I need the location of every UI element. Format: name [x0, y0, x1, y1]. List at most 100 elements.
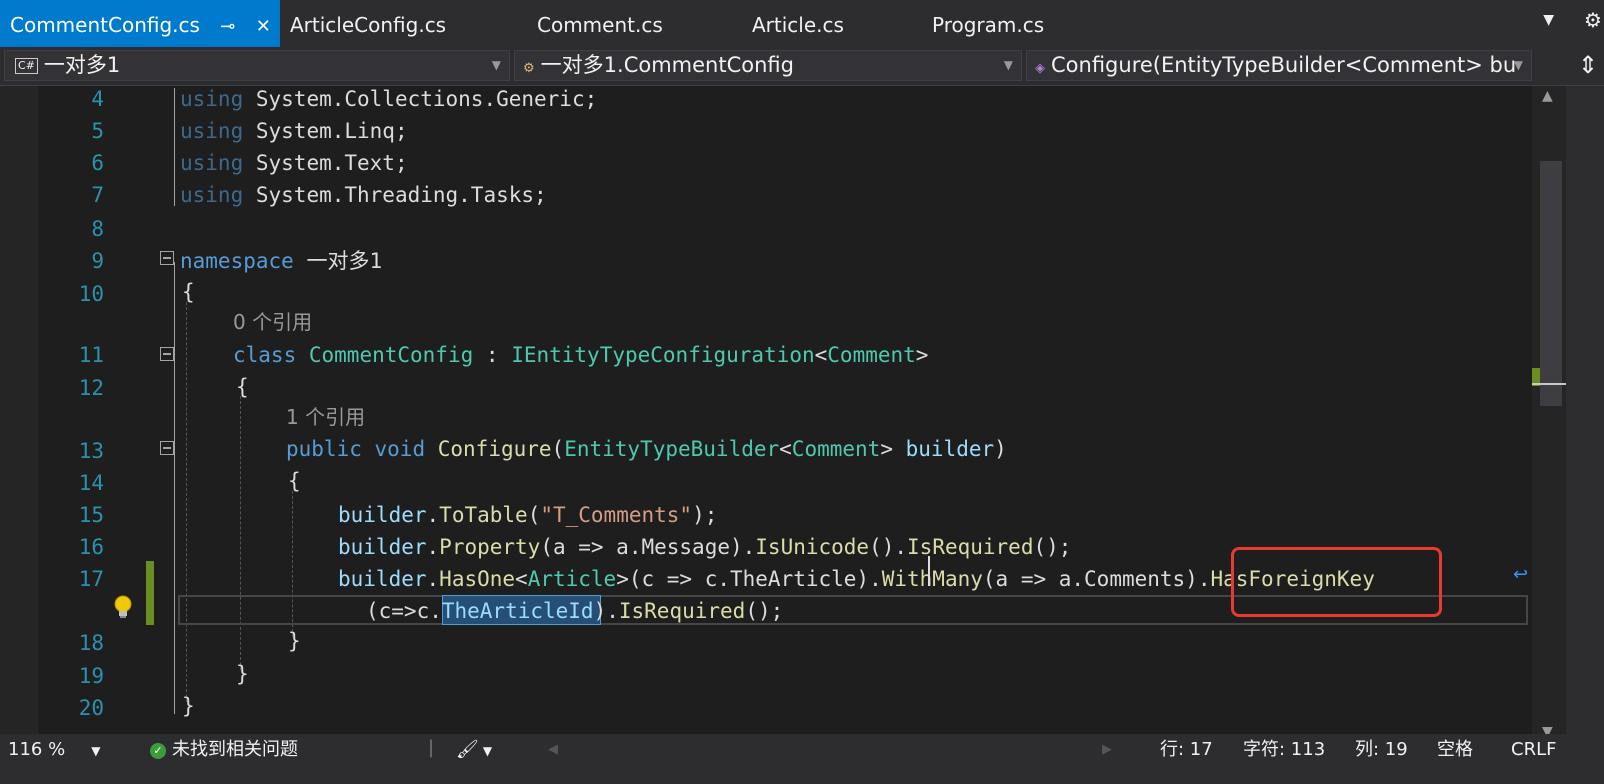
project-dropdown[interactable]: C# 一对多1 ▼ [4, 50, 510, 81]
class-keyword: class [233, 343, 297, 367]
tab-program[interactable]: Program.cs [932, 0, 1044, 47]
collapse-toggle-icon[interactable] [160, 347, 174, 361]
col-indicator: 列: 19 [1355, 739, 1408, 760]
mouse-ibeam-cursor [928, 556, 930, 586]
char-indicator: 字符: 113 [1243, 739, 1326, 760]
isunicode-call: IsUnicode [755, 535, 870, 559]
using-keyword: using [180, 87, 244, 111]
codelens-references[interactable]: 0 个引用 [233, 310, 312, 334]
code-line: builder.Property(a => a.Message).IsUnico… [338, 535, 1072, 559]
lightbulb-icon[interactable] [112, 594, 134, 620]
collapse-toggle-icon[interactable] [160, 441, 174, 455]
code-line: using System.Text; [180, 151, 408, 175]
scrollbar-thumb[interactable] [1540, 161, 1562, 406]
chevron-down-icon: ▼ [491, 58, 501, 72]
using-namespace: System.Text; [255, 151, 408, 175]
tab-label: CommentConfig.cs [10, 13, 200, 37]
split-window-icon[interactable]: ⇕ [1578, 51, 1598, 79]
type-dropdown[interactable]: ⚙ 一对多1.CommentConfig ▼ [514, 50, 1022, 81]
csharp-project-icon: C# [15, 58, 38, 74]
property-call: Property [439, 535, 541, 559]
tab-overflow-icon[interactable]: ▼ [1543, 12, 1554, 28]
generic-arg: Comment [827, 343, 916, 367]
tab-comment[interactable]: Comment.cs [537, 0, 663, 47]
code-line: using System.Collections.Generic; [180, 87, 597, 111]
close-brace: } [182, 694, 195, 718]
scroll-left-icon[interactable]: ◀ [548, 736, 558, 764]
param-type: EntityTypeBuilder [564, 437, 780, 461]
project-dropdown-label: 一对多1 [43, 53, 121, 77]
code-cleanup-button[interactable]: 🖌 ▼ [456, 736, 492, 765]
tab-label: Article.cs [752, 13, 844, 37]
code-line: using System.Threading.Tasks; [180, 183, 547, 207]
namespace-name: 一对多1 [306, 249, 383, 273]
check-circle-icon: ✓ [150, 743, 166, 759]
code-line: builder.HasOne<Article>(c => c.TheArticl… [338, 567, 1375, 591]
table-name-string: "T_Comments" [540, 503, 693, 527]
line-number: 9 [91, 249, 104, 273]
line-number: 16 [78, 535, 104, 559]
code-line: } [236, 662, 249, 686]
using-keyword: using [180, 183, 244, 207]
builder-ref: builder [338, 503, 427, 527]
tab-article[interactable]: Article.cs [752, 0, 844, 47]
code-line: { [182, 280, 195, 304]
line-number: 12 [78, 376, 104, 400]
line-number: 5 [91, 119, 104, 143]
void-keyword: void [374, 437, 426, 461]
public-keyword: public [286, 437, 362, 461]
pin-icon[interactable]: ⊸ [220, 16, 235, 37]
scroll-right-icon[interactable]: ▶ [1102, 736, 1112, 764]
line-number: 17 [78, 567, 104, 591]
code-line: builder.ToTable("T_Comments"); [338, 503, 718, 527]
line-number: 8 [91, 217, 104, 241]
tab-articleconfig[interactable]: ArticleConfig.cs [290, 0, 446, 47]
issues-text: 未找到相关问题 [172, 739, 298, 760]
member-dropdown[interactable]: ◈ Configure(EntityTypeBuilder<Comment> bu… [1026, 50, 1532, 81]
line-indicator: 行: 17 [1160, 739, 1213, 760]
scroll-up-icon[interactable]: ▲ [1542, 88, 1553, 104]
interface-name: IEntityTypeConfiguration [511, 343, 815, 367]
line-number: 15 [78, 503, 104, 527]
tab-label: Program.cs [932, 13, 1045, 37]
close-icon[interactable]: ✕ [256, 16, 271, 37]
using-namespace: System.Threading.Tasks; [255, 183, 547, 207]
code-editor[interactable]: 4 5 6 7 8 9 10 11 12 13 14 15 16 17 18 1… [0, 86, 1566, 748]
line-number: 13 [78, 439, 104, 463]
totable-call: ToTable [439, 503, 528, 527]
vertical-scrollbar[interactable]: ▲ ▼ [1532, 86, 1566, 748]
hasone-call: HasOne [439, 567, 516, 591]
code-line: } [288, 629, 301, 653]
side-panel-strip [1566, 86, 1604, 748]
issues-indicator[interactable]: ✓ 未找到相关问题 [150, 736, 298, 764]
type-dropdown-label: 一对多1.CommentConfig [540, 53, 794, 77]
line-number: 10 [78, 282, 104, 306]
line-ending-mode[interactable]: CRLF [1511, 736, 1556, 764]
chevron-down-icon: ▼ [482, 744, 493, 758]
scrollbar-caret-marker [1532, 383, 1566, 385]
tab-label: ArticleConfig.cs [290, 13, 447, 37]
tab-commentconfig[interactable]: CommentConfig.cs ⊸ ✕ [0, 0, 280, 47]
zoom-level[interactable]: 116 % ▼ [8, 736, 100, 765]
codelens-references[interactable]: 1 个引用 [286, 405, 365, 429]
editor-status-bar: 116 % ▼ ✓ 未找到相关问题 | 🖌 ▼ ◀ ▶ 行: 17 字符: 113 列… [0, 734, 1604, 784]
using-block-bracket [174, 88, 175, 206]
code-line: { [236, 375, 249, 399]
article-type: Article [527, 567, 617, 591]
highlight-annotation-box [1231, 547, 1442, 617]
line-number: 14 [78, 471, 104, 495]
line-number: 20 [78, 696, 104, 720]
document-tab-bar: CommentConfig.cs ⊸ ✕ ArticleConfig.cs Co… [0, 0, 1604, 47]
word-wrap-glyph-icon: ↩ [1513, 564, 1529, 585]
tab-label: Comment.cs [537, 13, 663, 37]
indent-guide [240, 396, 241, 670]
whitespace-mode[interactable]: 空格 [1437, 736, 1473, 764]
close-brace: } [236, 662, 249, 686]
chevron-down-icon: ▼ [1003, 58, 1013, 72]
namespace-outline [174, 262, 175, 714]
line-number: 4 [91, 87, 104, 111]
status-divider: | [428, 737, 435, 758]
open-brace: { [288, 469, 301, 493]
collapse-toggle-icon[interactable] [160, 251, 174, 265]
gear-icon[interactable]: ⚙ [1584, 8, 1604, 34]
